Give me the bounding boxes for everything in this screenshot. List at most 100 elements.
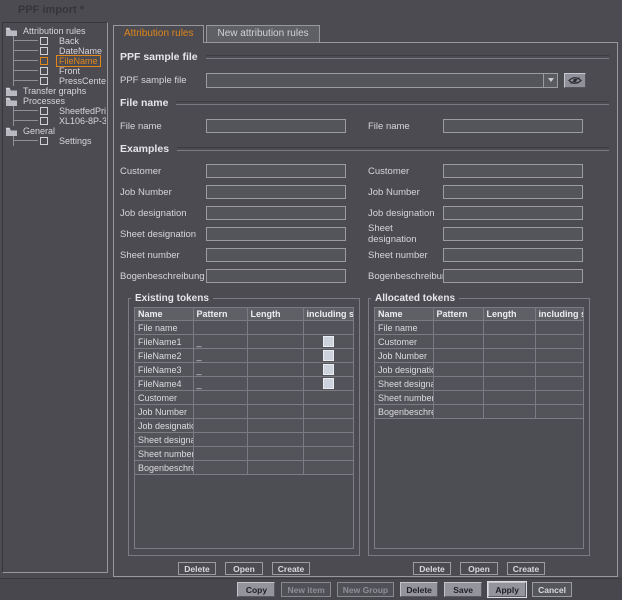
checkbox-icon[interactable] <box>323 350 334 361</box>
section-title: PPF sample file <box>120 51 198 63</box>
example-left-input[interactable] <box>206 164 346 178</box>
cell-name: Sheet number <box>375 391 433 405</box>
table-row[interactable]: FileName2 _ <box>135 349 353 363</box>
existing-delete-button[interactable]: Delete <box>178 562 216 575</box>
table-row[interactable]: Bogenbeschreibung <box>135 461 353 475</box>
column-header-name[interactable]: Name <box>135 308 193 321</box>
tab-new-attribution-rules[interactable]: New attribution rules <box>206 25 319 42</box>
cell-length <box>247 321 303 335</box>
table-row[interactable]: Job Number <box>135 405 353 419</box>
cell-name: Job Number <box>135 405 193 419</box>
new-item-button[interactable]: New item <box>281 582 330 597</box>
checkbox-icon[interactable] <box>40 57 48 65</box>
column-header-including[interactable]: including s... <box>535 308 583 321</box>
cell-pattern <box>433 377 483 391</box>
example-left-input[interactable] <box>206 227 346 241</box>
table-row[interactable]: Sheet designation <box>135 433 353 447</box>
example-left-input[interactable] <box>206 185 346 199</box>
table-row[interactable]: FileName1 _ <box>135 335 353 349</box>
table-row[interactable]: FileName3 _ <box>135 363 353 377</box>
delete-button[interactable]: Delete <box>400 582 438 597</box>
table-row[interactable]: Bogenbeschreibung <box>375 405 583 419</box>
existing-create-button[interactable]: Create <box>272 562 310 575</box>
new-group-button[interactable]: New Group <box>337 582 394 597</box>
cell-including <box>303 447 353 461</box>
cell-pattern <box>433 405 483 419</box>
example-row-customer: Customer Customer <box>120 163 609 179</box>
example-right-input[interactable] <box>443 227 583 241</box>
column-header-length[interactable]: Length <box>483 308 535 321</box>
section-rule <box>177 147 609 151</box>
example-right-input[interactable] <box>443 248 583 262</box>
checkbox-icon[interactable] <box>323 364 334 375</box>
save-button[interactable]: Save <box>444 582 482 597</box>
example-right-input[interactable] <box>443 269 583 283</box>
combobox-dropdown-button[interactable] <box>543 74 557 87</box>
example-right-input[interactable] <box>443 185 583 199</box>
cell-length <box>483 349 535 363</box>
example-left-label: Sheet number <box>120 250 206 261</box>
footer-bar: Copy New item New Group Delete Save Appl… <box>0 578 622 600</box>
example-row-job-designation: Job designation Job designation <box>120 205 609 221</box>
group-title: Allocated tokens <box>371 293 459 304</box>
allocated-create-button[interactable]: Create <box>507 562 545 575</box>
cell-name: FileName2 <box>135 349 193 363</box>
existing-open-button[interactable]: Open <box>225 562 263 575</box>
sidebar-item-settings[interactable]: Settings <box>14 136 107 146</box>
cell-length <box>247 433 303 447</box>
checkbox-icon[interactable] <box>40 137 48 145</box>
checkbox-icon[interactable] <box>40 77 48 85</box>
table-row[interactable]: Sheet number <box>375 391 583 405</box>
column-header-length[interactable]: Length <box>247 308 303 321</box>
column-header-pattern[interactable]: Pattern <box>433 308 483 321</box>
tab-attribution-rules[interactable]: Attribution rules <box>113 25 204 43</box>
table-row[interactable]: File name <box>375 321 583 335</box>
allocated-open-button[interactable]: Open <box>460 562 498 575</box>
table-row[interactable]: File name <box>135 321 353 335</box>
checkbox-icon[interactable] <box>40 107 48 115</box>
copy-button[interactable]: Copy <box>237 582 275 597</box>
cell-including <box>303 461 353 475</box>
table-row[interactable]: Customer <box>135 391 353 405</box>
column-header-name[interactable]: Name <box>375 308 433 321</box>
preview-button[interactable] <box>564 73 586 88</box>
column-header-including[interactable]: including s... <box>303 308 353 321</box>
cancel-button[interactable]: Cancel <box>532 582 572 597</box>
existing-tokens-table[interactable]: Name Pattern Length including s... File … <box>134 307 354 549</box>
example-right-input[interactable] <box>443 164 583 178</box>
group-title: Existing tokens <box>131 293 213 304</box>
table-row[interactable]: Sheet number <box>135 447 353 461</box>
allocated-delete-button[interactable]: Delete <box>413 562 451 575</box>
table-row[interactable]: Customer <box>375 335 583 349</box>
table-header-row: Name Pattern Length including s... <box>135 308 353 321</box>
example-left-input[interactable] <box>206 248 346 262</box>
table-row[interactable]: Job designation <box>375 363 583 377</box>
table-row[interactable]: Job Number <box>375 349 583 363</box>
checkbox-icon[interactable] <box>40 47 48 55</box>
ppf-sample-file-combobox[interactable] <box>206 73 558 88</box>
table-row[interactable]: Sheet designation <box>375 377 583 391</box>
cell-including <box>303 405 353 419</box>
example-left-input[interactable] <box>206 269 346 283</box>
checkbox-icon[interactable] <box>40 37 48 45</box>
title-bar: PPF import * <box>0 0 622 22</box>
table-row[interactable]: Job designation <box>135 419 353 433</box>
column-header-pattern[interactable]: Pattern <box>193 308 247 321</box>
checkbox-icon[interactable] <box>40 67 48 75</box>
file-name-row: File name File name <box>120 118 609 134</box>
example-left-input[interactable] <box>206 206 346 220</box>
checkbox-icon[interactable] <box>323 378 334 389</box>
checkbox-icon[interactable] <box>323 336 334 347</box>
apply-button[interactable]: Apply <box>488 582 526 597</box>
cell-length <box>247 391 303 405</box>
chevron-down-icon <box>548 78 554 82</box>
allocated-tokens-table[interactable]: Name Pattern Length including s... File … <box>374 307 584 549</box>
cell-length <box>483 377 535 391</box>
file-name-left-input[interactable] <box>206 119 346 133</box>
example-left-label: Job Number <box>120 187 206 198</box>
file-name-right-input[interactable] <box>443 119 583 133</box>
checkbox-icon[interactable] <box>40 117 48 125</box>
example-right-input[interactable] <box>443 206 583 220</box>
table-row[interactable]: FileName4 _ <box>135 377 353 391</box>
main-panel: Attribution rules New attribution rules … <box>113 25 618 577</box>
